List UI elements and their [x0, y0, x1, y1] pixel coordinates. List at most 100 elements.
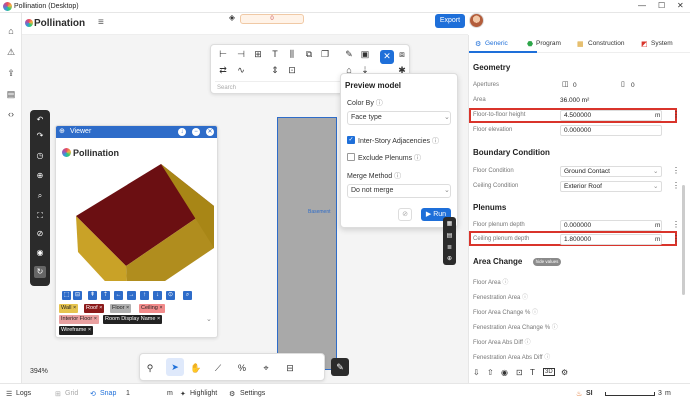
hide-icon[interactable]: ⊘ [34, 228, 46, 240]
highlight-icon[interactable]: ✦ [180, 390, 186, 398]
align-icon[interactable]: ⇄ [217, 64, 229, 76]
text-tool-icon[interactable]: T [269, 48, 281, 60]
zoom-extents-icon[interactable]: ⛶ [34, 210, 46, 222]
logs-label[interactable]: Logs [16, 390, 31, 397]
room-shape[interactable]: Basement [277, 117, 337, 370]
floor-plenum-more-icon[interactable]: ⋮ [672, 220, 680, 229]
ceiling-plenum-input[interactable]: 1.800000 [560, 234, 662, 245]
pointer-icon[interactable]: ➤ [166, 358, 184, 376]
tag-interior-floor[interactable]: Interior Floor × [59, 315, 99, 324]
back-view-icon[interactable]: ↓ [153, 291, 162, 300]
right-view-icon[interactable]: → [127, 291, 136, 300]
settings-label[interactable]: Settings [240, 390, 265, 397]
maximize-icon[interactable]: ☐ [658, 1, 665, 10]
menu-icon[interactable]: ≡ [98, 17, 104, 28]
pin-icon[interactable]: ⊕ [445, 255, 454, 264]
measure-icon[interactable]: ⟋ [212, 362, 224, 374]
units-label[interactable]: SI [586, 390, 593, 397]
eye-icon[interactable]: ◉ [34, 247, 46, 259]
properties-scrollbar[interactable] [682, 185, 685, 295]
snap-tool-icon[interactable]: ⌖ [260, 362, 272, 374]
export-panel-icon[interactable]: ⇩ [473, 368, 480, 377]
refresh-icon[interactable]: ↻ [34, 266, 46, 278]
fit-view-icon[interactable]: ⊙ [166, 291, 175, 300]
stop-icon[interactable]: ⊘ [398, 208, 412, 221]
frame-panel-icon[interactable]: ⊡ [516, 368, 523, 377]
layers-icon[interactable]: ◈ [227, 13, 237, 23]
image-tool-icon[interactable]: ▣ [359, 48, 371, 60]
layer-counter[interactable]: 0 [240, 14, 304, 24]
export-button[interactable]: Export [435, 14, 465, 28]
undo-icon[interactable]: ↶ [34, 114, 46, 126]
logs-icon[interactable]: ☰ [6, 390, 12, 398]
tab-construction[interactable]: Construction [588, 40, 625, 47]
floor-condition-more-icon[interactable]: ⋮ [672, 166, 680, 175]
floor-plenum-input[interactable]: 0.000000 [560, 220, 662, 231]
select-icon[interactable]: ⬚ [62, 291, 71, 300]
extrude-icon[interactable]: ⇕ [269, 64, 281, 76]
wave-icon[interactable]: ∿ [235, 64, 247, 76]
floor-elevation-input[interactable]: 0.000000 [560, 125, 662, 136]
text-panel-icon[interactable]: T [530, 368, 535, 377]
ceiling-plenum-more-icon[interactable]: ⋮ [672, 234, 680, 243]
close-icon[interactable]: ✕ [677, 1, 684, 10]
grid-tool-icon[interactable]: ⊞ [252, 48, 264, 60]
settings-panel-icon[interactable]: ⚙ [561, 368, 568, 377]
inter-story-checkbox[interactable]: ✓ [347, 136, 355, 144]
3d-icon[interactable]: 3D [543, 368, 555, 376]
minimize-viewer-icon[interactable]: − [192, 128, 200, 136]
tab-system[interactable]: System [651, 40, 673, 47]
floor-condition-select[interactable]: Ground Contact ⌄ [560, 166, 662, 177]
paint-icon[interactable]: ✎ [331, 358, 349, 376]
dimension-icon[interactable]: ⊟ [284, 362, 296, 374]
redo-icon[interactable]: ↷ [34, 130, 46, 142]
expand-icon[interactable]: ⧈ [396, 48, 408, 60]
grid-label[interactable]: Grid [65, 390, 78, 397]
tag-roof[interactable]: Roof × [84, 304, 105, 313]
tab-generic[interactable]: Generic [485, 40, 508, 47]
split-icon[interactable]: ⊣ [235, 48, 247, 60]
warning-icon[interactable]: ⚠ [6, 47, 16, 57]
iso-view-icon[interactable]: ⇞ [88, 291, 97, 300]
tab-program[interactable]: Program [536, 40, 561, 47]
upload-icon[interactable]: ⇪ [6, 68, 16, 78]
merge-method-select[interactable]: Do not merge ⌄ [347, 184, 451, 198]
section-icon[interactable]: ⊟ [73, 291, 82, 300]
zoom-in-icon[interactable]: ⊕ [34, 170, 46, 182]
avatar[interactable] [469, 13, 484, 28]
close-viewer-icon[interactable]: ✕ [206, 128, 214, 136]
exclude-plenums-checkbox[interactable] [347, 153, 355, 161]
copy-icon[interactable]: ❐ [319, 48, 331, 60]
f2f-more-icon[interactable]: ⋮ [672, 110, 680, 119]
grid-icon[interactable]: ⊞ [55, 390, 61, 398]
tag-wireframe[interactable]: Wireframe × [59, 326, 94, 335]
collapse-icon[interactable]: ⊕ [59, 126, 65, 138]
frame-icon[interactable]: ⊡ [286, 64, 298, 76]
visibility-icon[interactable]: ◉ [501, 368, 508, 377]
highlight-label[interactable]: Highlight [190, 390, 217, 397]
top-view-icon[interactable]: ⇡ [101, 291, 110, 300]
tag-wall[interactable]: Wall × [59, 304, 79, 313]
color-by-select[interactable]: Face type ⌄ [347, 111, 451, 125]
percent-icon[interactable]: % [236, 362, 248, 374]
tag-floor[interactable]: Floor × [110, 304, 132, 313]
wall-tool-icon[interactable]: ⊢ [217, 48, 229, 60]
home-icon[interactable]: ⌂ [6, 26, 16, 36]
table-icon[interactable]: ▤ [445, 232, 454, 241]
close-toolbar-icon[interactable]: ✕ [380, 50, 394, 64]
pan-icon[interactable]: ✋ [190, 362, 202, 374]
f2f-input[interactable]: 4.500000 [560, 110, 662, 121]
front-view-icon[interactable]: ↑ [140, 291, 149, 300]
tag-ceiling[interactable]: Ceiling × [139, 304, 165, 313]
stack-icon[interactable]: ≣ [445, 244, 454, 253]
toolbar-search[interactable]: Search [215, 81, 341, 93]
snap-value[interactable]: 1 [126, 390, 130, 397]
snap-label[interactable]: Snap [100, 390, 116, 397]
ceiling-condition-select[interactable]: Exterior Roof ⌄ [560, 181, 662, 192]
zoom-icon[interactable]: ⌕ [34, 190, 46, 202]
ceiling-condition-more-icon[interactable]: ⋮ [672, 181, 680, 190]
tag-room-display-name[interactable]: Room Display Name × [103, 315, 163, 324]
minimize-icon[interactable]: — [638, 1, 646, 10]
snap-icon[interactable]: ⟲ [90, 390, 96, 398]
calendar-icon[interactable]: ▦ [445, 220, 454, 229]
